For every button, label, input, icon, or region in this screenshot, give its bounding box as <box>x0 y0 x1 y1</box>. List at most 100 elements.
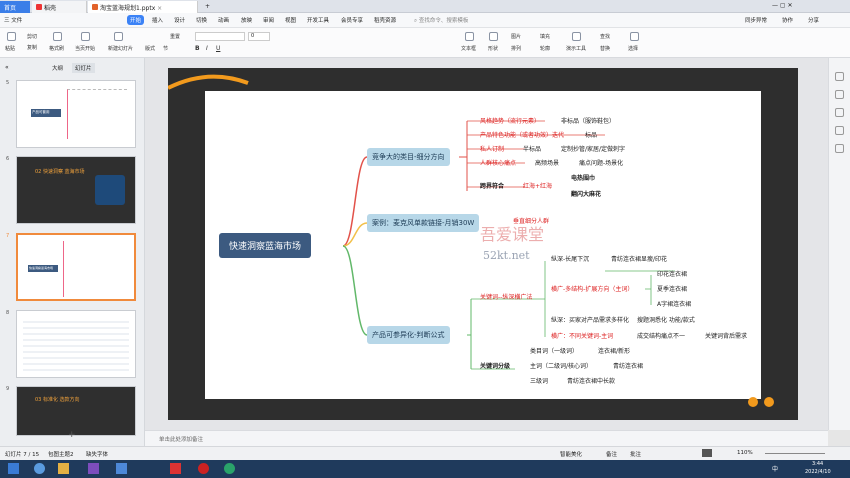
replace-button[interactable]: 替换 <box>600 45 610 52</box>
menu-dev-tools[interactable]: 开发工具 <box>307 16 329 24</box>
font-family-select[interactable] <box>195 32 245 41</box>
font-size-select[interactable]: 0 <box>248 32 270 41</box>
comment-toggle[interactable]: 批注 <box>630 450 641 458</box>
browser-icon[interactable] <box>116 463 127 474</box>
tab-home[interactable]: 首页 <box>0 1 30 13</box>
textbox-button[interactable]: 文本框 <box>461 45 476 52</box>
share-button[interactable]: 分享 <box>808 16 819 24</box>
menu-file[interactable]: 三 文件 <box>4 16 22 24</box>
search-command-input[interactable]: ⌕ 查找命令、搜索模板 <box>414 16 468 25</box>
node-summer-dress: 夏季连衣裙 <box>657 286 688 293</box>
start-icon[interactable] <box>8 463 19 474</box>
collab-button[interactable]: 协作 <box>782 16 793 24</box>
tab-outline[interactable]: 大纲 <box>52 64 63 72</box>
thumb-title: 快速洞察蓝海市场 <box>28 265 58 272</box>
paste-icon[interactable] <box>7 32 16 41</box>
format-painter-icon[interactable] <box>53 32 62 41</box>
slide-thumbnail-5[interactable]: 产品可套用 <box>16 80 136 148</box>
wechat-icon[interactable] <box>224 463 235 474</box>
bold-button[interactable]: B <box>195 45 200 52</box>
copy-button[interactable]: 复制 <box>27 44 37 51</box>
missing-font[interactable]: 缺失字体 <box>86 450 108 458</box>
smart-beautify[interactable]: 智能美化 <box>560 450 582 458</box>
find-button[interactable]: 查找 <box>600 33 610 40</box>
tab-slides[interactable]: 幻灯片 <box>72 63 95 73</box>
settings-icon[interactable] <box>835 144 844 153</box>
node-red-ocean: 红海+红海 <box>523 183 553 190</box>
magic-icon[interactable] <box>835 90 844 99</box>
fill-button[interactable]: 填充 <box>540 33 550 40</box>
menu-member[interactable]: 会员专享 <box>341 16 363 24</box>
paste-button[interactable]: 粘贴 <box>5 45 15 52</box>
demo-tools-button[interactable]: 演示工具 <box>566 45 586 52</box>
reset-button[interactable]: 重置 <box>170 33 180 40</box>
slide-thumbnail-6[interactable]: 02 快速洞察 蓝海市场 <box>16 156 136 224</box>
notes-placeholder[interactable]: 单击此处添加备注 <box>159 435 203 443</box>
play-from-current-button[interactable]: 当页开始 <box>75 45 95 52</box>
new-slide-button[interactable]: 新建幻灯片 <box>108 45 133 52</box>
arrange-button[interactable]: 排列 <box>511 45 521 52</box>
tab-docer[interactable]: 稻壳 <box>32 1 87 13</box>
select-icon[interactable] <box>630 32 639 41</box>
new-slide-icon[interactable] <box>114 32 123 41</box>
node-standard: 标品 <box>585 132 598 139</box>
menu-review[interactable]: 审阅 <box>263 16 274 24</box>
tab-document[interactable]: 淘宝蓝海规划1.pptx × <box>88 1 198 13</box>
wps-icon[interactable] <box>170 463 181 474</box>
format-painter-button[interactable]: 格式刷 <box>49 45 64 52</box>
node-level1-ex: 连衣裙/新形 <box>598 348 631 355</box>
taskbar: 中 3:44 2022/4/10 <box>0 460 850 478</box>
prev-slide-button[interactable] <box>748 397 758 407</box>
slide-thumbnail-7[interactable]: 快速洞察蓝海市场 <box>16 233 136 301</box>
italic-button[interactable]: I <box>206 45 208 52</box>
select-button[interactable]: 选择 <box>628 45 638 52</box>
collapse-panel-icon[interactable]: « <box>5 64 9 71</box>
zoom-level[interactable]: 110% <box>737 450 753 456</box>
menu-animation[interactable]: 动画 <box>218 16 229 24</box>
play-icon[interactable] <box>81 32 90 41</box>
node-keyword-method: 关键词--纵深横广法 <box>480 294 533 301</box>
demo-tools-icon[interactable] <box>572 32 581 41</box>
node-crossover: 跨界符合 <box>480 183 505 190</box>
slide-thumbnail-8[interactable] <box>16 310 136 378</box>
notes-toggle[interactable]: 备注 <box>606 450 617 458</box>
shape-icon[interactable] <box>489 32 498 41</box>
node-level2: 主词（二级词/核心词） <box>530 363 593 370</box>
menu-switch[interactable]: 切换 <box>196 16 207 24</box>
netease-icon[interactable] <box>198 463 209 474</box>
shape-button[interactable]: 形状 <box>488 45 498 52</box>
add-slide-button[interactable]: + <box>68 430 76 440</box>
sync-status[interactable]: 同步异常 <box>745 16 767 24</box>
outline-button[interactable]: 轮廓 <box>540 45 550 52</box>
menu-start[interactable]: 开始 <box>127 15 145 25</box>
menu-design[interactable]: 设计 <box>174 16 185 24</box>
search-placeholder: 查找命令、搜索模板 <box>418 18 469 24</box>
window-controls[interactable]: — ▢ ✕ <box>772 2 793 9</box>
shape-style-icon[interactable] <box>835 108 844 117</box>
slide-thumbnail-9[interactable]: 03 标准化 选款方向 <box>16 386 136 436</box>
ime-indicator[interactable]: 中 <box>772 464 778 473</box>
new-tab-button[interactable]: + <box>201 1 213 13</box>
branch-case-microphone: 案例：麦克风单款链接-月销30W <box>367 214 480 232</box>
property-icon[interactable] <box>835 72 844 81</box>
folder-icon[interactable] <box>58 463 69 474</box>
play-slideshow-button[interactable] <box>702 449 712 457</box>
menu-resources[interactable]: 稻壳资源 <box>374 16 396 24</box>
notes-pane[interactable]: 单击此处添加备注 <box>145 430 828 446</box>
cut-button[interactable]: 剪切 <box>27 33 37 40</box>
zoom-slider[interactable] <box>765 453 825 454</box>
animation-icon[interactable] <box>835 126 844 135</box>
image-button[interactable]: 图片 <box>511 33 521 40</box>
close-icon[interactable]: × <box>157 5 162 12</box>
app-icon[interactable] <box>34 463 45 474</box>
textbox-icon[interactable] <box>465 32 474 41</box>
layout-button[interactable]: 版式 <box>145 45 155 52</box>
menu-show[interactable]: 放映 <box>241 16 252 24</box>
branch-differentiation: 产品可参异化-判断公式 <box>367 326 450 344</box>
onenote-icon[interactable] <box>88 463 99 474</box>
menu-view[interactable]: 视图 <box>285 16 296 24</box>
menu-insert[interactable]: 插入 <box>152 16 163 24</box>
section-button[interactable]: 节 <box>163 45 168 52</box>
next-slide-button[interactable] <box>764 397 774 407</box>
underline-button[interactable]: U <box>216 45 220 52</box>
